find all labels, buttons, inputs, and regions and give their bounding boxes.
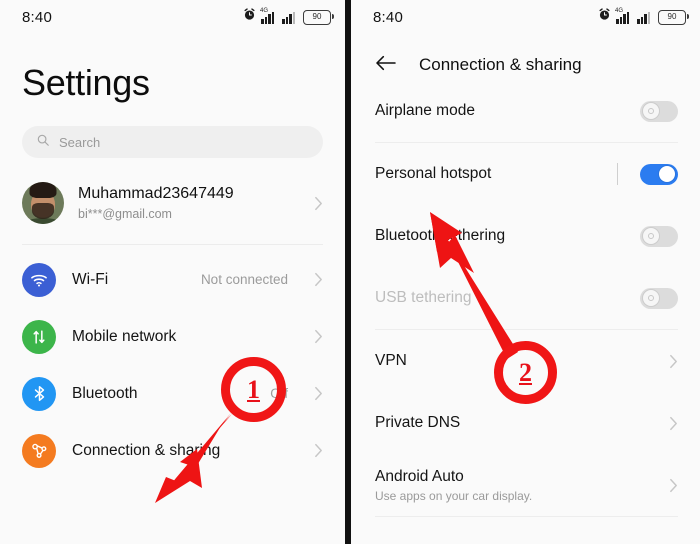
chevron-right-icon	[314, 329, 323, 344]
signal-icon	[637, 11, 650, 24]
signal-icon	[282, 11, 295, 24]
bluetooth-icon	[22, 376, 56, 411]
chevron-right-icon	[314, 196, 323, 211]
row-textblock: Android Auto Use apps on your car displa…	[375, 468, 669, 503]
signal-4g-icon: 4G	[260, 7, 274, 24]
battery-level-label: 90	[667, 12, 677, 21]
battery-icon: 90	[658, 9, 689, 25]
settings-list: Wi-Fi Not connected Mobile network Bluet…	[0, 251, 345, 479]
page-title: Connection & sharing	[419, 55, 582, 74]
battery-icon: 90	[303, 9, 334, 25]
usb-tethering-toggle	[640, 287, 678, 309]
airplane-mode-toggle[interactable]	[640, 100, 678, 122]
row-android-auto[interactable]: Android Auto Use apps on your car displa…	[351, 454, 700, 516]
avatar	[22, 182, 64, 224]
battery-level-label: 90	[312, 12, 322, 21]
row-personal-hotspot[interactable]: Personal hotspot	[351, 143, 700, 205]
row-label: VPN	[375, 352, 407, 369]
page-title: Settings	[22, 62, 150, 103]
chevron-right-icon	[669, 416, 678, 431]
sidebar-item-label: Wi-Fi	[72, 270, 109, 288]
chevron-right-icon	[669, 354, 678, 369]
chevron-right-icon	[314, 443, 323, 458]
account-email: bi***@gmail.com	[78, 207, 172, 221]
status-time: 8:40	[22, 8, 52, 26]
search-placeholder: Search	[59, 134, 101, 150]
row-label: Android Auto	[375, 467, 464, 485]
connection-rows: Airplane mode Personal hotspot Bluetooth…	[351, 80, 700, 517]
personal-hotspot-toggle[interactable]	[640, 163, 678, 185]
row-sublabel: Use apps on your car display.	[375, 488, 533, 503]
wifi-status-value: Not connected	[200, 272, 288, 287]
row-private-dns[interactable]: Private DNS	[351, 392, 700, 454]
bluetooth-tethering-toggle[interactable]	[640, 225, 678, 247]
status-icon-group: 4G 90	[598, 7, 689, 26]
row-usb-tethering: USB tethering	[351, 267, 700, 329]
row-airplane-mode[interactable]: Airplane mode	[351, 80, 700, 142]
account-text: Muhammad23647449 bi***@gmail.com	[78, 184, 300, 222]
sidebar-item-wifi[interactable]: Wi-Fi Not connected	[0, 251, 345, 308]
row-label: USB tethering	[375, 289, 472, 306]
page-header: Connection & sharing	[351, 34, 700, 80]
row-divider	[375, 516, 678, 517]
settings-screen: 8:40 4G 90 Settings Search Muhammad23647…	[0, 0, 345, 544]
row-label: Bluetooth tethering	[375, 227, 506, 244]
sidebar-item-label: Bluetooth	[72, 384, 138, 402]
account-row[interactable]: Muhammad23647449 bi***@gmail.com	[22, 182, 323, 228]
row-bluetooth-tethering[interactable]: Bluetooth tethering	[351, 205, 700, 267]
alarm-icon	[243, 8, 256, 26]
sidebar-item-label: Connection & sharing	[72, 441, 221, 459]
account-divider	[22, 244, 323, 245]
chevron-right-icon	[314, 272, 323, 287]
connection-sharing-screen: 8:40 4G 90 Connection & sharing Airplane…	[351, 0, 700, 544]
hotspot-separator-rule	[617, 163, 618, 185]
status-bar-left: 8:40 4G 90	[0, 0, 345, 34]
row-label: Airplane mode	[375, 102, 475, 119]
status-time: 8:40	[373, 8, 403, 26]
chevron-right-icon	[314, 386, 323, 401]
chevron-right-icon	[669, 478, 678, 493]
signal-4g-icon: 4G	[615, 7, 629, 24]
back-arrow-icon[interactable]	[375, 54, 397, 77]
row-label: Personal hotspot	[375, 165, 492, 182]
alarm-icon	[598, 8, 611, 26]
connection-sharing-icon	[22, 433, 56, 468]
row-vpn[interactable]: VPN	[351, 330, 700, 392]
sidebar-item-label: Mobile network	[72, 327, 177, 345]
search-input[interactable]: Search	[22, 126, 323, 158]
sidebar-item-bluetooth[interactable]: Bluetooth Off	[0, 365, 345, 422]
status-bar-right: 8:40 4G 90	[351, 0, 700, 34]
network-type-label: 4G	[260, 7, 269, 14]
account-name: Muhammad23647449	[78, 185, 234, 202]
network-type-label: 4G	[615, 7, 624, 14]
sidebar-item-connection-sharing[interactable]: Connection & sharing	[0, 422, 345, 479]
status-icon-group: 4G 90	[243, 7, 334, 26]
bluetooth-status-value: Off	[270, 386, 288, 401]
search-icon	[36, 133, 50, 152]
dual-screenshot-container: 8:40 4G 90 Settings Search Muhammad23647…	[0, 0, 700, 544]
sidebar-item-mobile-network[interactable]: Mobile network	[0, 308, 345, 365]
wifi-icon	[22, 262, 56, 297]
row-label: Private DNS	[375, 414, 461, 431]
mobile-network-icon	[22, 319, 56, 354]
